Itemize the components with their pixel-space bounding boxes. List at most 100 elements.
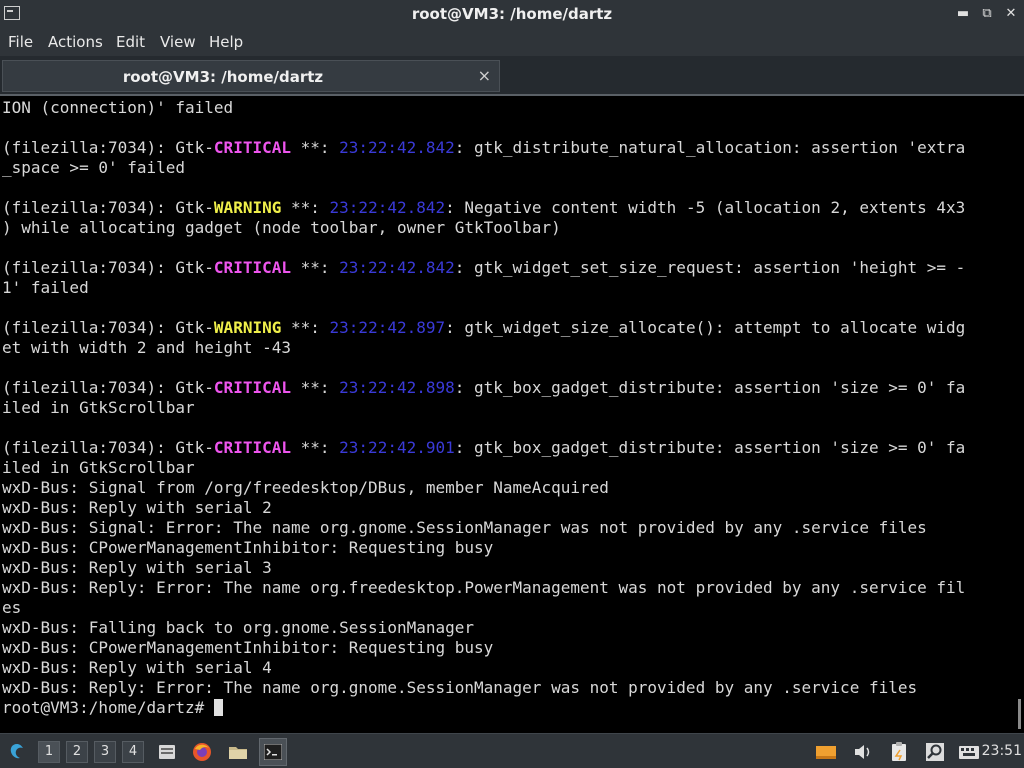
clock[interactable]: 23:51: [982, 743, 1022, 759]
terminal-text: **:: [290, 438, 340, 457]
terminal-line: wxD-Bus: Reply: Error: The name org.gnom…: [2, 678, 965, 698]
terminal-line: (filezilla:7034): Gtk-CRITICAL **: 23:22…: [2, 138, 965, 158]
terminal-text: **:: [281, 318, 330, 337]
terminal-line: (filezilla:7034): Gtk-WARNING **: 23:22:…: [2, 318, 965, 338]
clipboard-icon[interactable]: [888, 741, 910, 763]
terminal-line: _space >= 0' failed: [2, 158, 965, 178]
terminal-text: : gtk_widget_set_size_request: assertion…: [454, 258, 966, 277]
terminal-text: (filezilla:7034): Gtk-: [2, 438, 214, 457]
terminal-text: CRITICAL: [213, 378, 291, 397]
terminal-text: et with width 2 and height -43: [2, 338, 291, 357]
workspace-3[interactable]: 3: [94, 741, 116, 763]
terminal-line: wxD-Bus: CPowerManagementInhibitor: Requ…: [2, 638, 965, 658]
app-menu-icon[interactable]: [6, 741, 28, 763]
terminal-text: wxD-Bus: CPowerManagementInhibitor: Requ…: [2, 638, 494, 657]
terminal-text: CRITICAL: [213, 138, 291, 157]
terminal-lines: ION (connection)' failed (filezilla:7034)…: [2, 98, 965, 718]
terminal-text: (filezilla:7034): Gtk-: [2, 138, 214, 157]
tab-bar: root@VM3: /home/dartz ×: [0, 56, 1024, 94]
volume-icon[interactable]: [852, 741, 874, 763]
folder-icon[interactable]: [227, 741, 249, 763]
terminal-text: wxD-Bus: CPowerManagementInhibitor: Requ…: [2, 538, 494, 557]
terminal-line: wxD-Bus: CPowerManagementInhibitor: Requ…: [2, 538, 965, 558]
terminal-text: wxD-Bus: Reply with serial 4: [2, 658, 272, 677]
menubar: File Actions Edit View Help: [0, 29, 1024, 56]
terminal-text: 1' failed: [2, 278, 89, 297]
workspace-2[interactable]: 2: [66, 741, 88, 763]
terminal-line: (filezilla:7034): Gtk-WARNING **: 23:22:…: [2, 198, 965, 218]
terminal-text: wxD-Bus: Reply: Error: The name org.free…: [2, 578, 966, 597]
terminal-text: (filezilla:7034): Gtk-: [2, 378, 214, 397]
terminal-text: 23:22:42.898: [339, 378, 455, 397]
terminal-line: wxD-Bus: Reply with serial 3: [2, 558, 965, 578]
menu-view[interactable]: View: [160, 33, 196, 51]
terminal-text: WARNING: [213, 198, 282, 217]
search-icon[interactable]: [924, 741, 946, 763]
terminal-line: wxD-Bus: Signal from /org/freedesktop/DB…: [2, 478, 965, 498]
terminal-text: **:: [290, 378, 340, 397]
terminal-text: **:: [290, 258, 340, 277]
terminal-line: wxD-Bus: Reply: Error: The name org.free…: [2, 578, 965, 598]
terminal-icon: [264, 744, 282, 760]
terminal-task-button[interactable]: [259, 738, 287, 766]
terminal-text: 23:22:42.842: [339, 258, 455, 277]
terminal-output[interactable]: ION (connection)' failed (filezilla:7034)…: [0, 94, 1024, 733]
terminal-text: wxD-Bus: Reply with serial 2: [2, 498, 272, 517]
terminal-text: WARNING: [213, 318, 282, 337]
terminal-text: 23:22:42.842: [339, 138, 455, 157]
terminal-prompt: root@VM3:/home/dartz#: [2, 698, 214, 717]
scrollbar-thumb[interactable]: [1018, 699, 1021, 729]
workspace-1[interactable]: 1: [38, 741, 60, 763]
terminal-text: : Negative content width -5 (allocation …: [445, 198, 966, 217]
terminal-text: ION (connection)' failed: [2, 98, 234, 117]
terminal-line: wxD-Bus: Reply with serial 2: [2, 498, 965, 518]
terminal-text: wxD-Bus: Signal from /org/freedesktop/DB…: [2, 478, 609, 497]
terminal-line: 1' failed: [2, 278, 965, 298]
files-icon[interactable]: [156, 741, 178, 763]
terminal-text: es: [2, 598, 22, 617]
terminal-text: iled in GtkScrollbar: [2, 398, 195, 417]
terminal-prompt-line[interactable]: root@VM3:/home/dartz#: [2, 698, 965, 718]
terminal-text: (filezilla:7034): Gtk-: [2, 258, 214, 277]
workspace-4[interactable]: 4: [122, 741, 144, 763]
window-title: root@VM3: /home/dartz: [411, 5, 613, 23]
terminal-text: : gtk_widget_size_allocate(): attempt to…: [445, 318, 966, 337]
terminal-line: wxD-Bus: Falling back to org.gnome.Sessi…: [2, 618, 965, 638]
terminal-text: iled in GtkScrollbar: [2, 458, 195, 477]
minimize-icon[interactable]: ▬: [956, 6, 970, 22]
restore-icon[interactable]: ⧉: [980, 6, 994, 22]
menu-edit[interactable]: Edit: [116, 33, 145, 51]
firefox-icon[interactable]: [191, 741, 213, 763]
terminal-line: ION (connection)' failed: [2, 98, 965, 118]
terminal-text: : gtk_box_gadget_distribute: assertion '…: [454, 438, 966, 457]
window-controls: ▬ ⧉ ✕: [956, 6, 1018, 22]
terminal-line: iled in GtkScrollbar: [2, 398, 965, 418]
terminal-text: wxD-Bus: Signal: Error: The name org.gno…: [2, 518, 927, 537]
menu-help[interactable]: Help: [209, 33, 243, 51]
terminal-text: _space >= 0' failed: [2, 158, 186, 177]
terminal-line: et with width 2 and height -43: [2, 338, 965, 358]
terminal-line: iled in GtkScrollbar: [2, 458, 965, 478]
terminal-text: : gtk_distribute_natural_allocation: ass…: [454, 138, 966, 157]
keyboard-icon[interactable]: [958, 741, 980, 763]
terminal-line: ) while allocating gadget (node toolbar,…: [2, 218, 965, 238]
terminal-line: (filezilla:7034): Gtk-CRITICAL **: 23:22…: [2, 258, 965, 278]
storage-icon[interactable]: [815, 741, 837, 763]
terminal-text: : gtk_box_gadget_distribute: assertion '…: [454, 378, 966, 397]
terminal-text: **:: [281, 198, 330, 217]
terminal-text: 23:22:42.901: [339, 438, 455, 457]
tab-close-icon[interactable]: ×: [478, 66, 491, 85]
terminal-text: **:: [290, 138, 340, 157]
terminal-text: 23:22:42.897: [329, 318, 446, 337]
terminal-text: CRITICAL: [213, 438, 291, 457]
terminal-text: wxD-Bus: Falling back to org.gnome.Sessi…: [2, 618, 475, 637]
menu-file[interactable]: File: [8, 33, 33, 51]
close-icon[interactable]: ✕: [1004, 6, 1018, 22]
tab-terminal[interactable]: root@VM3: /home/dartz ×: [2, 60, 500, 92]
menu-actions[interactable]: Actions: [48, 33, 103, 51]
